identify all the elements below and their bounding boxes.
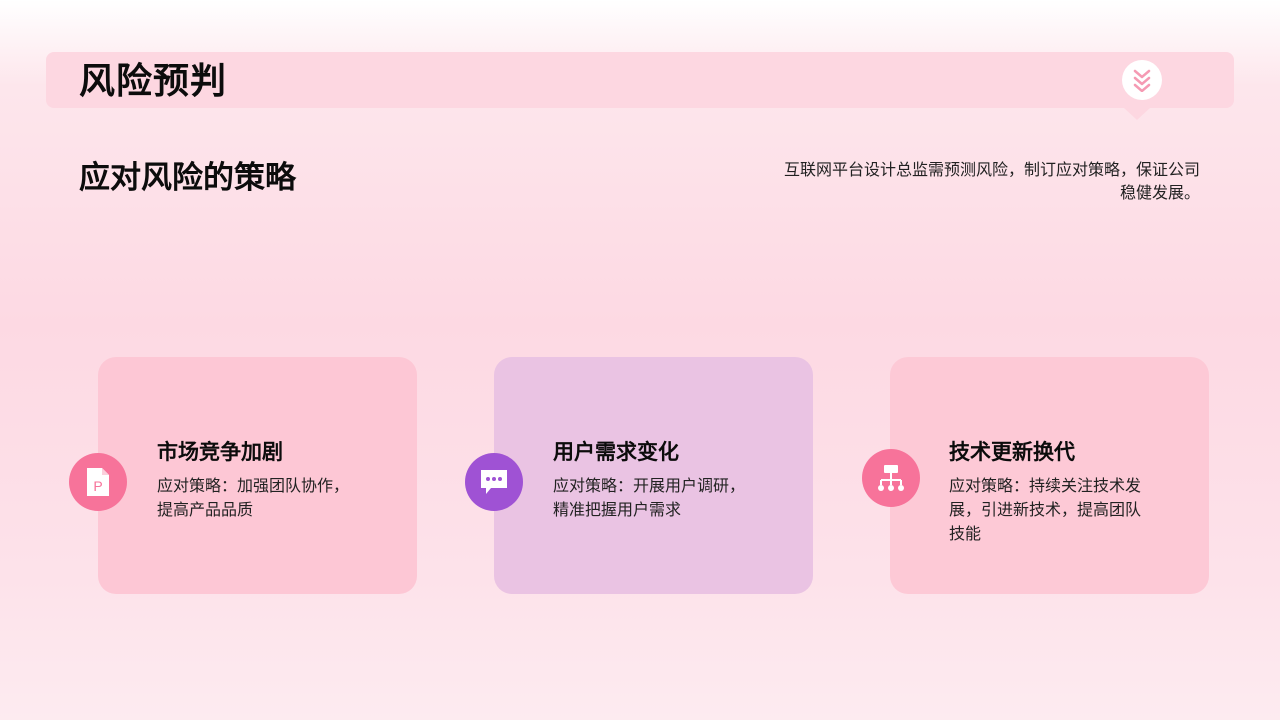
risk-card-tech-update: 技术更新换代 应对策略：持续关注技术发展，引进新技术，提高团队技能 <box>890 357 1209 594</box>
chat-bubble-icon <box>481 470 507 494</box>
double-chevron-down-icon <box>1133 69 1151 92</box>
network-hierarchy-icon <box>878 465 904 491</box>
card-icon-circle <box>465 453 523 511</box>
risk-card-user-needs: 用户需求变化 应对策略：开展用户调研，精准把握用户需求 <box>494 357 813 594</box>
card-title: 技术更新换代 <box>949 440 1075 464</box>
svg-text:P: P <box>93 478 102 494</box>
section-description: 互联网平台设计总监需预测风险，制订应对策略，保证公司稳健发展。 <box>783 160 1200 202</box>
scroll-badge[interactable] <box>1122 60 1162 100</box>
title-bar: 风险预判 <box>46 52 1234 120</box>
card-icon-circle <box>862 449 920 507</box>
risk-card-market-competition: 市场竞争加剧 应对策略：加强团队协作，提高产品品质 <box>98 357 417 594</box>
card-title: 用户需求变化 <box>553 440 679 464</box>
card-strategy-text: 应对策略：持续关注技术发展，引进新技术，提高团队技能 <box>949 476 1142 543</box>
card-strategy-text: 应对策略：开展用户调研，精准把握用户需求 <box>553 476 746 519</box>
powerpoint-file-icon: P <box>87 468 109 496</box>
card-strategy-text: 应对策略：加强团队协作，提高产品品质 <box>157 476 350 519</box>
card-title: 市场竞争加剧 <box>157 440 283 464</box>
page-title: 风险预判 <box>79 61 228 102</box>
card-icon-circle: P <box>69 453 127 511</box>
section-subtitle: 应对风险的策略 <box>79 160 296 196</box>
